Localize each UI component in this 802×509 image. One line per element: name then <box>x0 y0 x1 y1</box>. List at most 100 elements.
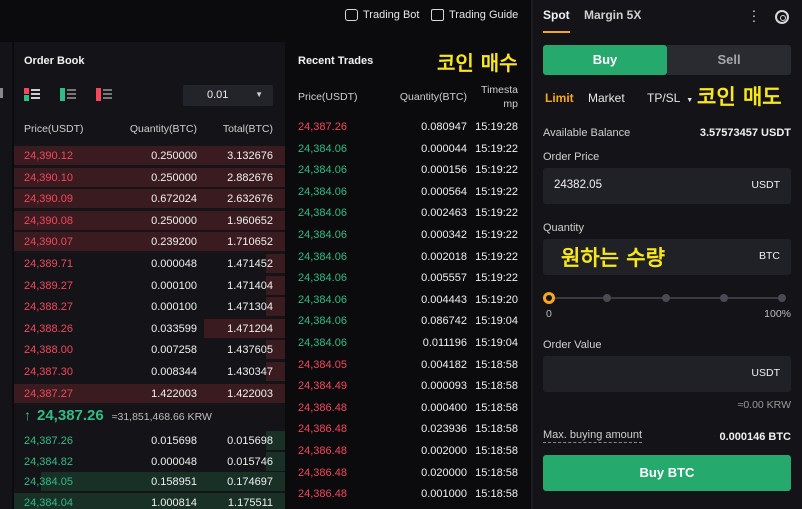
slider-max-label: 100% <box>764 308 791 320</box>
cell-quantity: 0.250000 <box>151 150 197 162</box>
trade-row: 24,384.05 0.004182 15:18:58 <box>288 355 531 376</box>
quantity-unit: BTC <box>759 250 780 262</box>
tab-margin[interactable]: Margin 5X <box>584 8 641 22</box>
trade-row: 24,384.06 0.000564 15:19:22 <box>288 182 531 203</box>
trade-row: 24,386.48 0.000400 15:18:58 <box>288 398 531 419</box>
trade-time: 15:19:22 <box>475 185 518 198</box>
edge-marker <box>0 88 3 98</box>
annotation-buy-coin: 코인 매수 <box>437 51 518 75</box>
max-buy-label[interactable]: Max. buying amount <box>543 429 643 443</box>
quantity-label: Quantity <box>543 222 584 234</box>
chart-panel-edge <box>0 42 12 509</box>
ask-row[interactable]: 24,388.26 0.033599 1.471204 <box>14 318 285 339</box>
slider-stop-75[interactable] <box>720 294 728 302</box>
ask-row[interactable]: 24,390.08 0.250000 1.960652 <box>14 210 285 231</box>
trade-time: 15:19:04 <box>475 315 518 328</box>
slider-stop-25[interactable] <box>603 294 611 302</box>
order-book: Order Book 0.01 ▼ Price(USDT) Quantity(B… <box>14 42 285 509</box>
bid-row[interactable]: 24,384.05 0.158951 0.174697 <box>14 472 285 492</box>
cell-quantity: 0.672024 <box>151 193 197 206</box>
ask-row[interactable]: 24,390.12 0.250000 3.132676 <box>14 146 285 166</box>
trade-row: 24,386.48 0.001000 15:18:58 <box>288 484 531 505</box>
slider-stop-100[interactable] <box>778 294 786 302</box>
buy-btc-button[interactable]: Buy BTC <box>543 455 791 491</box>
trade-row: 24,384.06 0.004443 15:19:20 <box>288 290 531 311</box>
last-price-krw: ≈31,851,468.66 KRW <box>111 411 212 423</box>
trade-time: 15:18:58 <box>475 380 518 393</box>
trade-price: 24,384.06 <box>298 142 347 155</box>
precision-value: 0.01 <box>207 89 229 101</box>
order-price-input[interactable]: 24382.05 USDT <box>543 168 791 204</box>
last-price-row: ↑ 24,387.26 ≈31,851,468.66 KRW <box>24 407 212 424</box>
ask-row[interactable]: 24,389.27 0.000100 1.471404 <box>14 275 285 296</box>
cell-quantity: 1.000814 <box>151 496 197 509</box>
cell-total: 1.471452 <box>227 258 273 270</box>
trading-guide-link[interactable]: Trading Guide <box>431 9 518 21</box>
buy-tab[interactable]: Buy <box>543 45 667 75</box>
trading-bot-link[interactable]: Trading Bot <box>345 9 419 21</box>
cell-price: 24,390.12 <box>24 150 73 162</box>
tab-spot[interactable]: Spot <box>543 8 570 22</box>
bid-row[interactable]: 24,387.26 0.015698 0.015698 <box>14 431 285 451</box>
ask-row[interactable]: 24,390.07 0.239200 1.710652 <box>14 232 285 252</box>
sell-tab[interactable]: Sell <box>667 45 791 75</box>
ask-row[interactable]: 24,390.10 0.250000 2.882676 <box>14 167 285 188</box>
trade-time: 15:19:22 <box>475 229 518 241</box>
cell-price: 24,390.09 <box>24 193 73 206</box>
order-type-limit[interactable]: Limit <box>545 91 574 105</box>
cell-total: 1.471404 <box>227 279 273 292</box>
max-buy-value: 0.000146 BTC <box>719 431 791 443</box>
view-asks-icon[interactable] <box>96 88 112 101</box>
trade-quantity: 0.005557 <box>421 272 467 285</box>
ask-row[interactable]: 24,390.09 0.672024 2.632676 <box>14 189 285 209</box>
order-price-value: 24382.05 <box>554 179 602 191</box>
ask-row[interactable]: 24,389.71 0.000048 1.471452 <box>14 254 285 274</box>
trade-price: 24,384.06 <box>298 164 347 177</box>
tab-spot-underline <box>543 31 570 33</box>
slider-stop-50[interactable] <box>662 294 670 302</box>
trade-quantity: 0.000564 <box>421 185 467 198</box>
ask-row[interactable]: 24,388.00 0.007258 1.437605 <box>14 340 285 360</box>
gear-icon[interactable] <box>775 10 789 24</box>
cell-price: 24,390.08 <box>24 214 73 227</box>
more-vertical-icon[interactable]: · · · <box>751 3 757 27</box>
slider-handle[interactable] <box>543 292 555 304</box>
ask-row[interactable]: 24,387.27 1.422003 1.422003 <box>14 383 285 404</box>
trade-quantity: 0.011196 <box>422 337 467 349</box>
rt-col-time-line2: mp <box>503 98 518 110</box>
rt-col-time-line1: Timesta <box>481 84 518 96</box>
cell-quantity: 0.000100 <box>151 279 197 292</box>
order-type-market[interactable]: Market <box>588 91 625 105</box>
trade-row: 24,384.06 0.002018 15:19:22 <box>288 247 531 268</box>
rt-col-price: Price(USDT) <box>298 91 358 103</box>
caret-down-icon: ▼ <box>255 90 263 99</box>
cell-total: 1.175511 <box>227 496 273 509</box>
annotation-sell-coin: 코인 매도 <box>697 85 782 109</box>
rt-col-quantity: Quantity(BTC) <box>399 91 467 103</box>
ask-row[interactable]: 24,388.27 0.000100 1.471304 <box>14 297 285 317</box>
trade-row: 24,386.48 0.020000 15:18:58 <box>288 463 531 484</box>
trade-quantity: 0.000156 <box>421 164 467 177</box>
trade-price: 24,384.06 <box>298 229 347 241</box>
cell-total: 2.632676 <box>227 193 273 206</box>
precision-select[interactable]: 0.01 ▼ <box>183 85 273 106</box>
trade-time: 15:18:58 <box>475 423 518 436</box>
cell-quantity: 0.008344 <box>151 366 197 378</box>
trade-time: 15:18:58 <box>475 466 518 479</box>
trade-price: 24,384.05 <box>298 358 347 371</box>
cell-quantity: 0.000100 <box>151 301 197 314</box>
cell-total: 0.015746 <box>227 455 273 468</box>
order-value-input[interactable]: USDT <box>543 356 791 392</box>
ask-row[interactable]: 24,387.30 0.008344 1.430347 <box>14 362 285 382</box>
bid-row[interactable]: 24,384.82 0.000048 0.015746 <box>14 451 285 472</box>
bid-row[interactable]: 24,384.04 1.000814 1.175511 <box>14 492 285 509</box>
order-type-tpsl[interactable]: TP/SL ▼ <box>647 91 693 105</box>
cell-total: 0.174697 <box>227 476 273 488</box>
available-balance-value: 3.57573457 USDT <box>699 127 791 139</box>
cell-quantity: 1.422003 <box>151 387 197 400</box>
view-both-icon[interactable] <box>24 88 40 101</box>
slider-min-label: 0 <box>546 308 552 320</box>
robot-icon <box>345 9 358 21</box>
view-bids-icon[interactable] <box>60 88 76 101</box>
cell-price: 24,390.10 <box>24 171 73 184</box>
